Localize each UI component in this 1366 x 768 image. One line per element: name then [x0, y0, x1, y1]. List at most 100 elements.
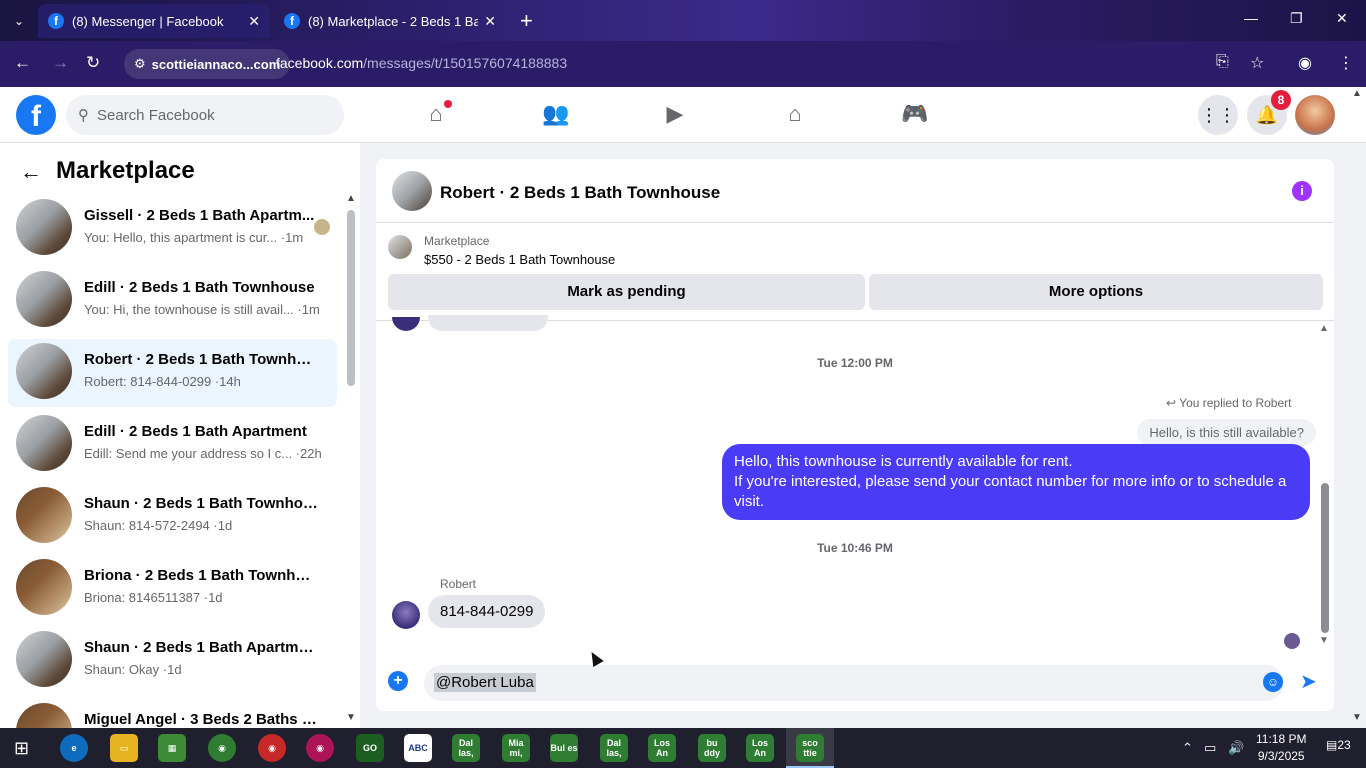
search-icon: ⚲ — [78, 107, 89, 124]
new-tab-icon[interactable]: + — [520, 8, 533, 34]
edge-icon[interactable]: e — [60, 734, 88, 762]
page-scroll-down-icon[interactable]: ▼ — [1352, 712, 1362, 723]
url-field[interactable]: facebook.com/messages/t/1501576074188883 — [276, 55, 567, 71]
composer-mention: @Robert Luba — [434, 673, 536, 692]
home-notification-dot — [444, 100, 452, 108]
windows-taskbar: ⊞ e ▭ ▦ ◉ ◉ ◉ GO ABC Dal las, Mia mi, Bu… — [0, 728, 1366, 768]
file-explorer-icon[interactable]: ▭ — [110, 734, 138, 762]
network-icon[interactable]: ▭ — [1204, 740, 1216, 756]
more-options-button[interactable]: More options — [869, 274, 1323, 310]
listing-title-price[interactable]: $550 - 2 Beds 1 Bath Townhouse — [424, 252, 615, 267]
tab-marketplace[interactable]: f (8) Marketplace - 2 Beds 1 Bath ✕ — [274, 4, 506, 38]
conversation-item[interactable]: Miguel Angel · 3 Beds 2 Baths H... — [8, 703, 337, 728]
reload-icon[interactable]: ↻ — [86, 53, 100, 73]
windows-start-icon[interactable]: ⊞ — [14, 738, 34, 758]
tab-messenger[interactable]: f (8) Messenger | Facebook ✕ — [38, 4, 270, 38]
conversation-preview: Shaun: Okay ·1d — [84, 662, 182, 677]
app-icon[interactable]: GO — [356, 734, 384, 762]
spreadsheet-icon[interactable]: ▦ — [158, 734, 186, 762]
system-clock[interactable]: 11:18 PM 9/3/2025 — [1256, 731, 1306, 765]
list-scrollbar[interactable] — [347, 210, 355, 386]
conversation-preview: Edill: Send me your address so I c... ·2… — [84, 446, 322, 461]
list-scroll-down-icon[interactable]: ▼ — [346, 712, 356, 723]
chrome-icon[interactable]: ◉ — [208, 734, 236, 762]
facebook-header: f ⚲ Search Facebook ⌂ 👥 ▶ ⌂ 🎮 ⋮⋮ 🔔 8 — [0, 87, 1366, 143]
gaming-icon[interactable]: 🎮 — [900, 101, 930, 129]
facebook-logo-icon[interactable]: f — [16, 95, 56, 135]
info-icon[interactable]: i — [1292, 181, 1312, 201]
conversation-preview: You: Hi, the townhouse is still avail...… — [84, 302, 320, 317]
conversation-item[interactable]: Briona · 2 Beds 1 Bath Townhouse Briona:… — [8, 559, 337, 623]
account-avatar[interactable] — [1295, 95, 1335, 135]
timestamp: Tue 12:00 PM — [817, 356, 893, 370]
marketplace-icon[interactable]: ⌂ — [780, 101, 810, 129]
listing-thumbnail — [16, 343, 72, 399]
menu-grid-icon[interactable]: ⋮⋮ — [1198, 95, 1238, 135]
clock-date: 9/3/2025 — [1257, 749, 1305, 763]
outgoing-message-line: If you're interested, please send your c… — [734, 473, 1287, 510]
chat-scroll-up-icon[interactable]: ▲ — [1319, 323, 1329, 334]
chat-title[interactable]: Robert · 2 Beds 1 Bath Townhouse — [440, 183, 720, 203]
conversation-item-selected[interactable]: Robert · 2 Beds 1 Bath Townhouse Robert:… — [8, 339, 337, 407]
bookmark-star-icon[interactable]: ☆ — [1250, 53, 1264, 73]
chrome-icon[interactable]: ◉ — [306, 734, 334, 762]
emoji-icon[interactable]: ☺ — [1263, 672, 1283, 692]
volume-icon[interactable]: 🔊 — [1228, 740, 1244, 756]
video-icon[interactable]: ▶ — [660, 101, 690, 129]
taskbar-app[interactable]: Bul es — [550, 734, 578, 762]
chat-scrollbar[interactable] — [1321, 483, 1329, 633]
url-path: /messages/t/1501576074188883 — [363, 55, 568, 71]
outgoing-message[interactable]: Hello, this townhouse is currently avail… — [722, 444, 1310, 520]
restore-icon[interactable]: ❐ — [1290, 10, 1303, 27]
back-icon[interactable]: ← — [14, 53, 31, 73]
conversation-item[interactable]: Edill · 2 Beds 1 Bath Apartment Edill: S… — [8, 415, 337, 479]
taskbar-app[interactable]: Mia mi, — [502, 734, 530, 762]
back-arrow-icon[interactable]: ← — [20, 159, 42, 185]
marketplace-label: Marketplace — [424, 234, 490, 248]
taskbar-app[interactable]: Los An — [648, 734, 676, 762]
taskbar-app[interactable]: Dal las, — [452, 734, 480, 762]
conversation-item[interactable]: Shaun · 2 Beds 1 Bath Apartment Shaun: O… — [8, 631, 337, 695]
message-input[interactable]: @Robert Luba — [424, 665, 1284, 701]
conversation-item[interactable]: Edill · 2 Beds 1 Bath Townhouse You: Hi,… — [8, 271, 337, 335]
taskbar-app[interactable]: bu ddy — [698, 734, 726, 762]
replied-indicator: ↩ You replied to Robert — [1166, 396, 1291, 410]
taskbar-app[interactable]: Dal las, — [600, 734, 628, 762]
notification-count: 23 — [1337, 738, 1351, 752]
chrome-icon[interactable]: ◉ — [258, 734, 286, 762]
tab-search-icon[interactable]: ⌄ — [8, 10, 30, 32]
app-icon[interactable]: ABC — [404, 734, 432, 762]
notification-center[interactable]: ▤23 — [1326, 738, 1351, 752]
minimize-icon[interactable]: — — [1244, 10, 1258, 26]
conversation-name: Briona · 2 Beds 1 Bath Townhouse — [84, 567, 319, 584]
tray-chevron-icon[interactable]: ⌃ — [1182, 740, 1193, 756]
send-icon[interactable]: ➤ — [1300, 669, 1317, 694]
install-app-icon[interactable]: ⎘ — [1216, 53, 1229, 71]
add-attachment-icon[interactable]: + — [388, 671, 408, 691]
taskbar-app[interactable]: sco ttie — [796, 734, 824, 762]
taskbar-app[interactable]: Los An — [746, 734, 774, 762]
profile-icon[interactable]: ◉ — [1298, 53, 1312, 73]
search-input[interactable]: ⚲ Search Facebook — [66, 95, 344, 135]
sender-avatar[interactable] — [392, 601, 420, 629]
mark-as-pending-button[interactable]: Mark as pending — [388, 274, 865, 310]
incoming-message[interactable]: 814-844-0299 — [428, 595, 546, 628]
site-info-chip[interactable]: ⚙ scottieiannaco...com — [124, 49, 291, 79]
browser-menu-icon[interactable]: ⋮ — [1338, 53, 1354, 73]
conversation-preview: Robert: 814-844-0299 ·14h — [84, 374, 241, 389]
timestamp: Tue 10:46 PM — [817, 541, 893, 555]
chat-scroll-down-icon[interactable]: ▼ — [1319, 635, 1329, 646]
listing-thumbnail — [16, 559, 72, 615]
forward-icon[interactable]: → — [52, 53, 69, 73]
quoted-message[interactable]: Hello, is this still available? — [1137, 419, 1316, 446]
conversation-name: Shaun · 2 Beds 1 Bath Townhouse — [84, 495, 319, 512]
close-window-icon[interactable]: ✕ — [1336, 10, 1348, 27]
conversation-item[interactable]: Shaun · 2 Beds 1 Bath Townhouse Shaun: 8… — [8, 487, 337, 551]
page-scroll-up-icon[interactable]: ▲ — [1352, 88, 1362, 99]
friends-icon[interactable]: 👥 — [541, 101, 571, 129]
conversation-item[interactable]: Gissell · 2 Beds 1 Bath Apartm... You: H… — [8, 199, 337, 263]
close-tab-icon[interactable]: ✕ — [248, 13, 260, 30]
close-tab-icon[interactable]: ✕ — [484, 13, 496, 30]
list-scroll-up-icon[interactable]: ▲ — [346, 193, 356, 204]
chat-listing-thumbnail[interactable] — [392, 171, 432, 211]
